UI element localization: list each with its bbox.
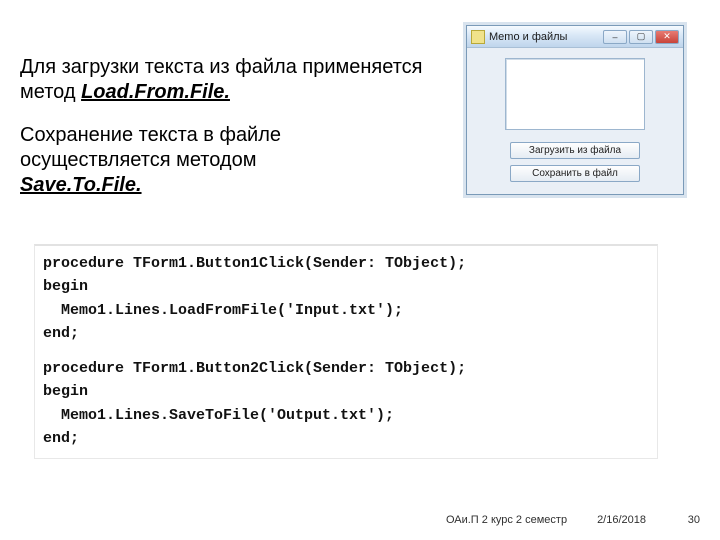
code-line: end; [43, 322, 649, 345]
footer: ОАи.П 2 курс 2 семестр 2/16/2018 30 [446, 514, 700, 526]
close-button[interactable]: ✕ [655, 30, 679, 44]
code-line: end; [43, 427, 649, 450]
footer-course: ОАи.П 2 курс 2 семестр [446, 514, 567, 526]
code-line: Memo1.Lines.LoadFromFile('Input.txt'); [43, 299, 649, 322]
window-title: Memo и файлы [489, 31, 567, 43]
app-body: Загрузить из файла Сохранить в файл [467, 48, 683, 194]
code-line: begin [43, 380, 649, 403]
code-line: Memo1.Lines.SaveToFile('Output.txt'); [43, 404, 649, 427]
memo-box[interactable] [505, 58, 645, 130]
minimize-button[interactable]: – [603, 30, 627, 44]
code-blank [43, 345, 649, 357]
app-window: Memo и файлы – ▢ ✕ Загрузить из файла Со… [466, 25, 684, 195]
code-line: begin [43, 275, 649, 298]
slide-text: Для загрузки текста из файла применяется… [20, 55, 430, 198]
p2-method: Save.To.File. [20, 174, 142, 196]
code-line: procedure TForm1.Button1Click(Sender: TO… [43, 252, 649, 275]
p2-text: Сохранение текста в файле осуществляется… [20, 124, 281, 171]
code-block: procedure TForm1.Button1Click(Sender: TO… [34, 244, 658, 459]
footer-date: 2/16/2018 [597, 514, 646, 526]
paragraph-2: Сохранение текста в файле осуществляется… [20, 123, 430, 198]
p1-method: Load.From.File. [81, 81, 230, 103]
load-button[interactable]: Загрузить из файла [510, 142, 640, 159]
page-number: 30 [676, 514, 700, 526]
maximize-button[interactable]: ▢ [629, 30, 653, 44]
titlebar: Memo и файлы – ▢ ✕ [467, 26, 683, 48]
app-icon [471, 30, 485, 44]
code-line: procedure TForm1.Button2Click(Sender: TO… [43, 357, 649, 380]
paragraph-1: Для загрузки текста из файла применяется… [20, 55, 430, 105]
save-button[interactable]: Сохранить в файл [510, 165, 640, 182]
